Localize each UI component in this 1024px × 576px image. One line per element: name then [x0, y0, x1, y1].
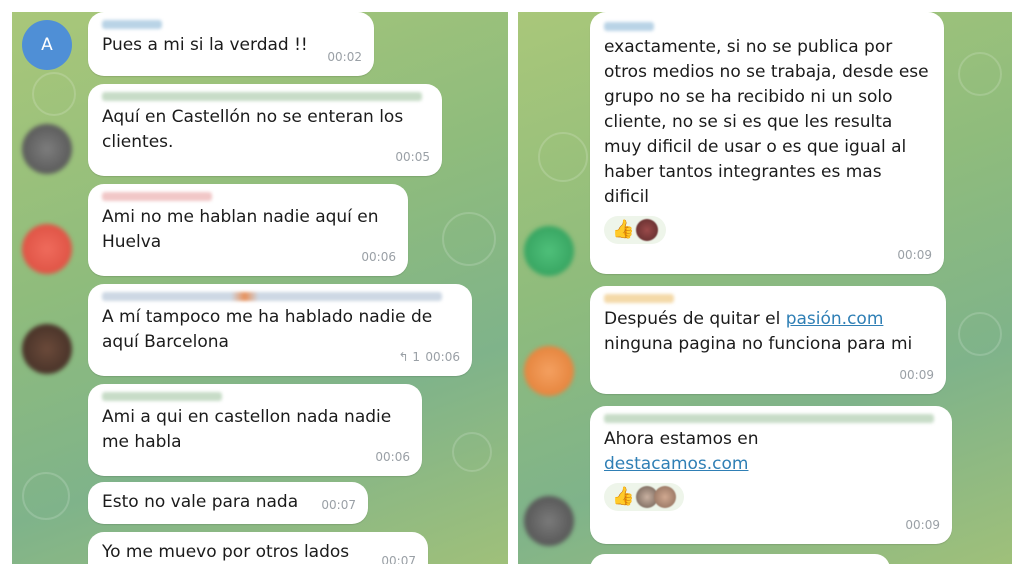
background-doodle	[452, 432, 492, 472]
message-bubble[interactable]: Esto no vale para nada 00:07	[88, 482, 368, 524]
message-time: 00:09	[897, 248, 932, 262]
message-bubble[interactable]: Pues a mi si la verdad !! 00:02	[88, 12, 374, 76]
reactor-avatar	[654, 486, 677, 508]
message-bubble[interactable]: Aquí en Castellón no se enteran los clie…	[88, 84, 442, 176]
message-text: Después de quitar el pasión.com ninguna …	[604, 309, 913, 354]
sender-name-blurred	[102, 92, 422, 101]
avatar[interactable]	[22, 224, 72, 274]
background-doodle	[442, 212, 496, 266]
avatar[interactable]	[524, 496, 574, 546]
message-bubble[interactable]: Después de quitar el pasión.com ninguna …	[590, 286, 946, 394]
message-bubble[interactable]: A mí tampoco me ha hablado nadie de aquí…	[88, 284, 472, 376]
message-time: 00:06	[425, 350, 460, 364]
message-time: 00:09	[899, 368, 934, 382]
message-text: Ahora estamos en destacamos.com	[604, 429, 759, 474]
sender-name-blurred	[102, 192, 212, 201]
sender-name-blurred	[102, 20, 162, 29]
message-bubble[interactable]: Yo me muevo por otros lados 00:07	[88, 532, 428, 564]
message-bubble[interactable]: Ami no me hablan nadie aquí en Huelva 00…	[88, 184, 408, 276]
sender-name-blurred	[604, 22, 654, 31]
sender-name-blurred	[604, 414, 934, 423]
message-time: 00:07	[381, 554, 416, 564]
chat-panel-right: exactamente, si no se publica por otros …	[518, 12, 1012, 564]
message-time: 00:07	[321, 498, 356, 512]
background-doodle	[538, 132, 588, 182]
background-doodle	[32, 72, 76, 116]
sender-name-blurred	[604, 294, 674, 303]
thumbs-up-icon: 👍	[612, 219, 635, 240]
message-text: exactamente, si no se publica por otros …	[604, 37, 929, 207]
message-time: 00:05	[395, 150, 430, 164]
reply-count[interactable]: ↰ 1	[398, 345, 420, 370]
avatar[interactable]	[22, 324, 72, 374]
thumbs-up-icon: 👍	[612, 486, 635, 507]
sender-name-blurred	[102, 392, 222, 401]
avatar[interactable]: A	[22, 20, 72, 70]
message-text: Aquí en Castellón no se enteran los clie…	[102, 107, 404, 152]
reactor-avatar	[636, 219, 659, 241]
message-time: 00:09	[905, 518, 940, 532]
avatar[interactable]	[22, 124, 72, 174]
reactions-bar[interactable]: 👍	[604, 216, 667, 244]
message-bubble[interactable]: exactamente, si no se publica por otros …	[590, 12, 944, 274]
avatar[interactable]	[524, 226, 574, 276]
message-bubble[interactable]	[590, 554, 890, 564]
message-text: Esto no vale para nada	[102, 492, 299, 512]
message-text: Pues a mi si la verdad !!	[102, 35, 308, 55]
message-link[interactable]: pasión.com	[786, 309, 884, 329]
message-bubble[interactable]: Ahora estamos en destacamos.com 👍 00:09	[590, 406, 952, 544]
message-time: 00:06	[361, 250, 396, 264]
message-time: 00:02	[327, 50, 362, 64]
background-doodle	[958, 312, 1002, 356]
sender-name-blurred	[102, 292, 442, 301]
message-time: 00:06	[375, 450, 410, 464]
message-text: Ami a qui en castellon nada nadie me hab…	[102, 407, 392, 452]
background-doodle	[22, 472, 70, 520]
background-doodle	[958, 52, 1002, 96]
chat-panel-left: A Pues a mi si la verdad !! 00:02 Aquí e…	[12, 12, 508, 564]
avatar[interactable]	[524, 346, 574, 396]
reactions-bar[interactable]: 👍	[604, 483, 685, 511]
message-text: Ami no me hablan nadie aquí en Huelva	[102, 207, 379, 252]
reply-arrow-icon: ↰	[398, 350, 409, 364]
message-text: Yo me muevo por otros lados	[102, 542, 350, 562]
message-link[interactable]: destacamos.com	[604, 454, 748, 474]
message-bubble[interactable]: Ami a qui en castellon nada nadie me hab…	[88, 384, 422, 476]
